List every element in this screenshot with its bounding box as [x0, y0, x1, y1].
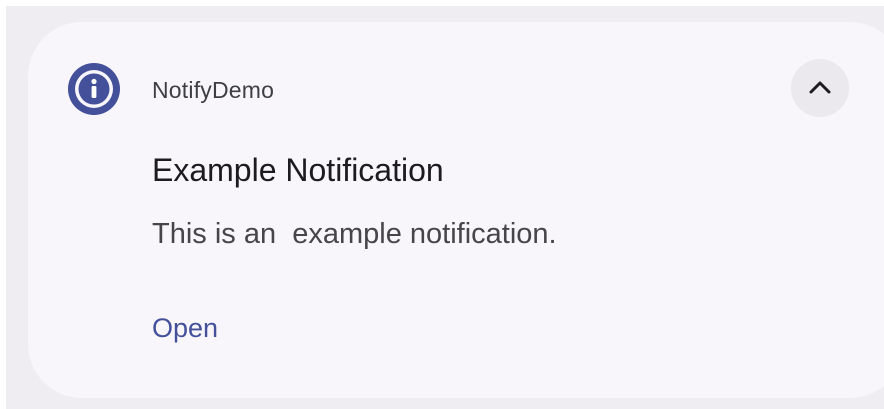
notification-card[interactable]: NotifyDemo Example Notification This is … [28, 22, 884, 398]
screen-edge-top [0, 0, 884, 6]
app-name: NotifyDemo [152, 77, 275, 103]
collapse-button[interactable] [791, 59, 849, 117]
chevron-up-icon [809, 81, 831, 94]
screen-edge-left [0, 0, 6, 409]
notification-body: This is an example notification. [152, 218, 557, 250]
open-action-button[interactable]: Open [152, 310, 218, 346]
notification-title: Example Notification [152, 152, 444, 188]
info-icon [66, 61, 122, 117]
